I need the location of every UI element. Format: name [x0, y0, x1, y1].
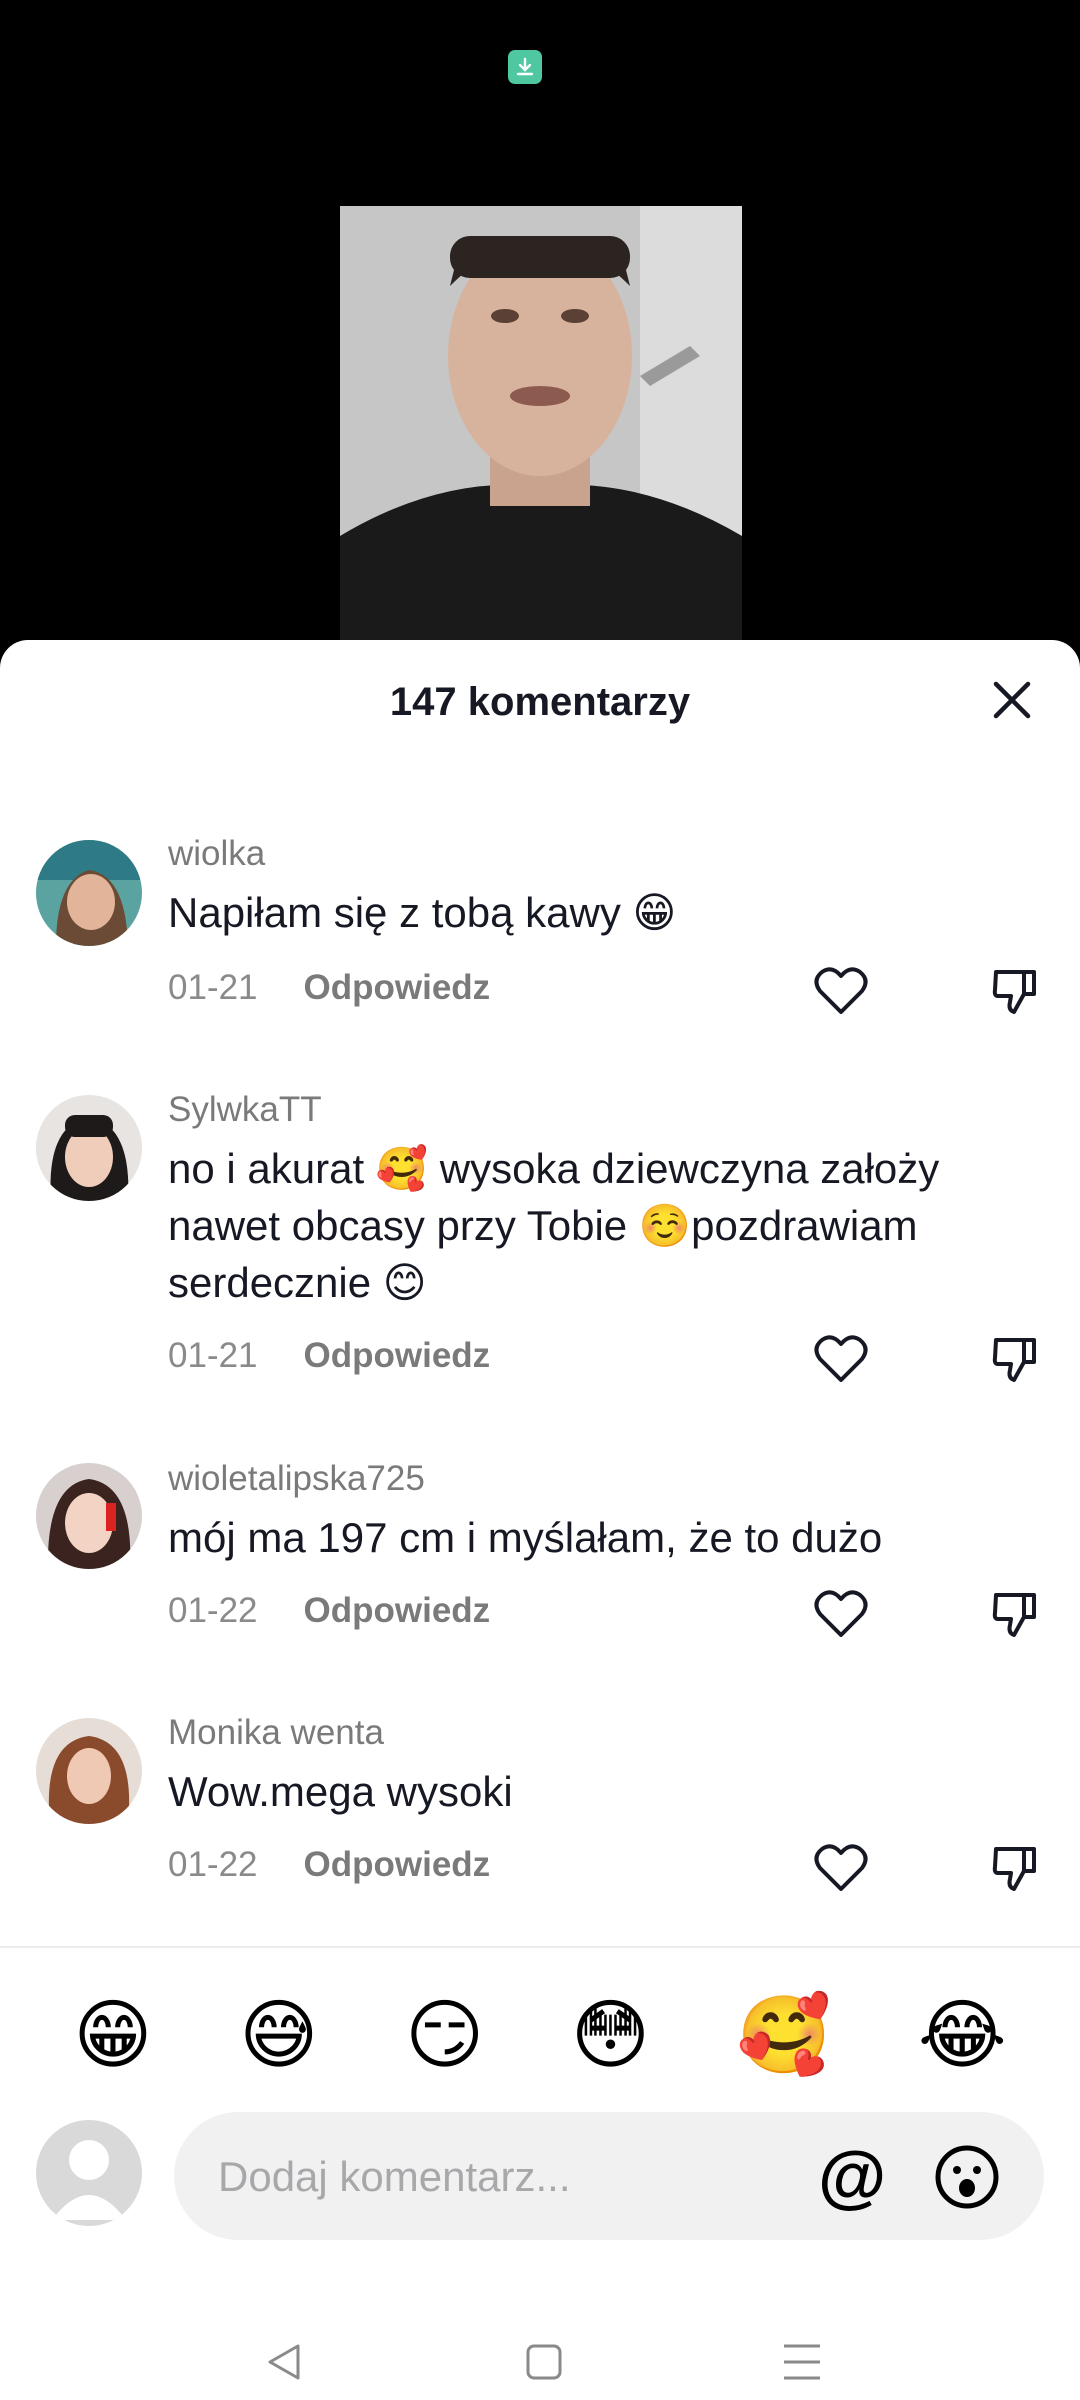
- avatar[interactable]: [36, 1718, 142, 1824]
- comment-date: 01-21: [168, 968, 258, 1007]
- reply-button[interactable]: Odpowiedz: [304, 1591, 491, 1630]
- quick-emoji-smiling-hearts[interactable]: 🥰: [737, 1990, 832, 2080]
- avatar[interactable]: [36, 1463, 142, 1569]
- comment-meta: 01-21 Odpowiedz: [168, 968, 490, 1008]
- avatar[interactable]: [36, 840, 142, 946]
- quick-emoji-bar: 😁 😅 😏 😳 🥰 😂: [0, 1990, 1080, 2080]
- comment-meta: 01-22 Odpowiedz: [168, 1845, 490, 1885]
- like-heart-icon[interactable]: [814, 1843, 868, 1893]
- quick-emoji-grin[interactable]: 😁: [73, 1990, 152, 2080]
- comments-sheet: 147 komentarzy wiolka Napiłam się z tobą…: [0, 640, 1080, 2400]
- comment-input-box[interactable]: @: [174, 2112, 1044, 2240]
- quick-emoji-flushed[interactable]: 😳: [571, 1990, 650, 2080]
- system-nav-bar: [0, 2320, 1080, 2400]
- back-triangle-icon[interactable]: [262, 2340, 306, 2384]
- dislike-icon[interactable]: [990, 1843, 1040, 1893]
- dislike-icon[interactable]: [990, 966, 1040, 1016]
- comment-input[interactable]: [216, 2142, 780, 2212]
- emoji-picker-icon[interactable]: [934, 2144, 1000, 2210]
- comment-text: Wow.mega wysoki: [168, 1768, 513, 1815]
- menu-lines-icon[interactable]: [780, 2340, 824, 2384]
- comment-username[interactable]: SylwkaTT: [168, 1090, 322, 1130]
- quick-emoji-smirk[interactable]: 😏: [405, 1990, 484, 2080]
- like-heart-icon[interactable]: [814, 1589, 868, 1639]
- download-icon[interactable]: [508, 50, 542, 84]
- quick-emoji-joy[interactable]: 😂: [918, 1990, 1007, 2080]
- home-square-icon[interactable]: [522, 2340, 566, 2384]
- comment-username[interactable]: wioletalipska725: [168, 1459, 425, 1499]
- comment-text: no i akurat 🥰 wysoka dziewczyna założy n…: [168, 1145, 940, 1306]
- my-avatar[interactable]: [36, 2120, 142, 2226]
- comment-date: 01-22: [168, 1845, 258, 1884]
- comment-text: mój ma 197 cm i myślałam, że to dużo: [168, 1514, 883, 1561]
- dislike-icon[interactable]: [990, 1589, 1040, 1639]
- dislike-icon[interactable]: [990, 1334, 1040, 1384]
- like-heart-icon[interactable]: [814, 1334, 868, 1384]
- reply-button[interactable]: Odpowiedz: [304, 968, 491, 1007]
- comment-meta: 01-22 Odpowiedz: [168, 1591, 490, 1631]
- avatar[interactable]: [36, 1095, 142, 1201]
- comment-meta: 01-21 Odpowiedz: [168, 1336, 490, 1376]
- reply-button[interactable]: Odpowiedz: [304, 1336, 491, 1375]
- like-heart-icon[interactable]: [814, 966, 868, 1016]
- comment-text: Napiłam się z tobą kawy 😁: [168, 889, 677, 936]
- mention-button[interactable]: @: [818, 2136, 886, 2216]
- video-area[interactable]: [0, 0, 1080, 660]
- close-icon[interactable]: [990, 678, 1034, 722]
- comments-count-title: 147 komentarzy: [389, 680, 691, 724]
- comment-username[interactable]: Monika wenta: [168, 1713, 384, 1753]
- quick-emoji-sweat-smile[interactable]: 😅: [239, 1990, 318, 2080]
- comment-date: 01-21: [168, 1336, 258, 1375]
- comment-date: 01-22: [168, 1591, 258, 1630]
- video-thumbnail[interactable]: [340, 206, 742, 646]
- reply-button[interactable]: Odpowiedz: [304, 1845, 491, 1884]
- comment-username[interactable]: wiolka: [168, 834, 265, 874]
- divider: [0, 1946, 1080, 1948]
